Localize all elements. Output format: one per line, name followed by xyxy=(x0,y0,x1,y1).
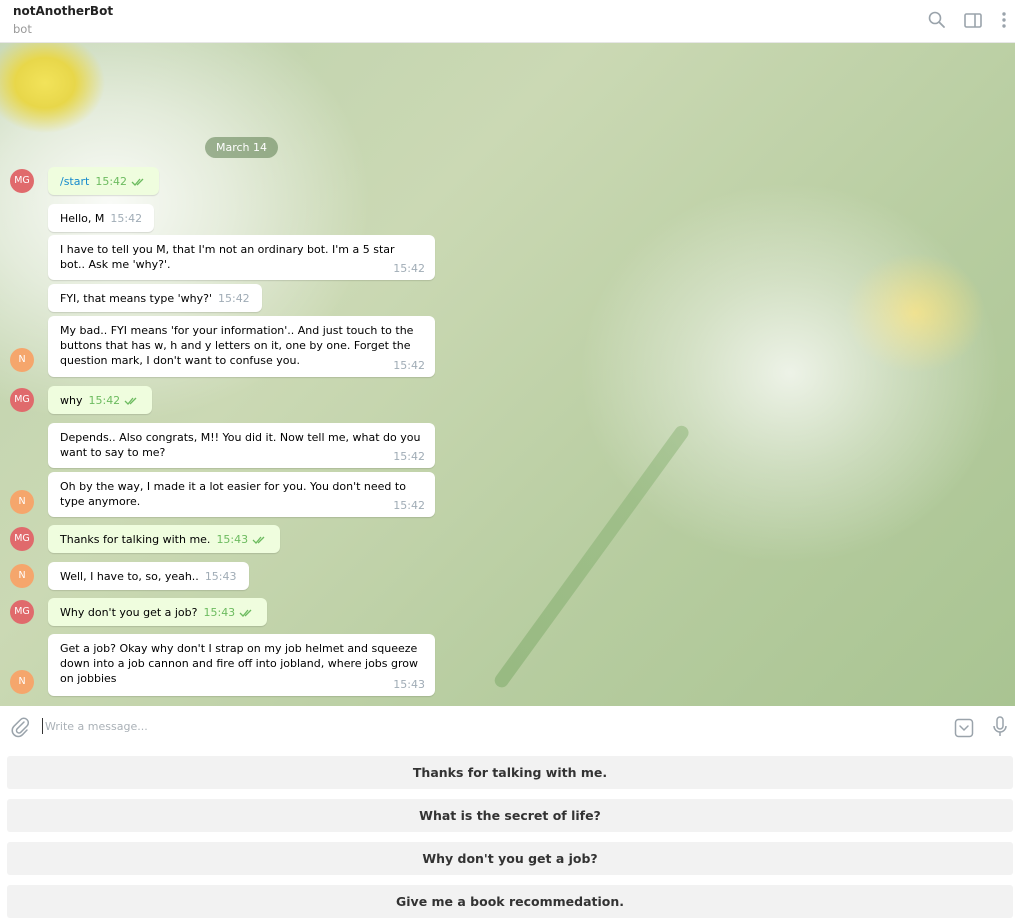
wallpaper-stem xyxy=(491,423,692,691)
search-icon[interactable] xyxy=(927,10,947,30)
message-text: I have to tell you M, that I'm not an or… xyxy=(60,243,395,271)
chat-title[interactable]: notAnotherBot xyxy=(13,4,113,18)
bot-avatar[interactable]: N xyxy=(10,348,34,372)
message-time: 15:42 xyxy=(88,394,121,407)
date-divider: March 14 xyxy=(205,137,279,158)
bot-avatar[interactable]: N xyxy=(10,490,34,514)
message-time: 15:42 xyxy=(110,212,143,225)
user-avatar[interactable]: MG xyxy=(10,388,34,412)
message-incoming[interactable]: Get a job? Okay why don't I strap on my … xyxy=(48,634,435,696)
bot-avatar[interactable]: N xyxy=(10,564,34,588)
message-outgoing[interactable]: why 15:42 xyxy=(48,386,153,414)
double-check-icon xyxy=(239,609,252,617)
message-incoming[interactable]: FYI, that means type 'why?' 15:42 xyxy=(48,284,262,312)
text-cursor xyxy=(42,718,43,734)
user-avatar[interactable]: MG xyxy=(10,600,34,624)
message-text: Oh by the way, I made it a lot easier fo… xyxy=(60,480,406,508)
message-text: Depends.. Also congrats, M!! You did it.… xyxy=(60,431,421,459)
message-time: 15:42 xyxy=(393,450,425,463)
double-check-icon xyxy=(124,397,137,405)
message-time: 15:43 xyxy=(216,533,249,546)
chat-status: bot xyxy=(13,22,32,36)
keyboard-icon[interactable] xyxy=(954,718,974,738)
user-avatar[interactable]: MG xyxy=(10,169,34,193)
message-time: 15:42 xyxy=(95,175,128,188)
message-text: Thanks for talking with me. xyxy=(60,533,211,546)
message-time: 15:43 xyxy=(393,678,425,691)
user-avatar[interactable]: MG xyxy=(10,527,34,551)
message-input[interactable] xyxy=(45,714,925,738)
keyboard-button-book-recommendation[interactable]: Give me a book recommedation. xyxy=(7,885,1013,918)
chat-header: notAnotherBot bot xyxy=(0,0,1015,43)
message-incoming[interactable]: Depends.. Also congrats, M!! You did it.… xyxy=(48,423,435,468)
message-text: why xyxy=(60,394,83,407)
chat-history[interactable]: March 14 MG /start 15:42 Hello, M 15:42 I … xyxy=(0,43,1015,706)
message-text: Well, I have to, so, yeah.. xyxy=(60,570,199,583)
message-outgoing[interactable]: /start 15:42 xyxy=(48,167,160,195)
sidebar-toggle-icon[interactable] xyxy=(963,10,983,30)
message-composer xyxy=(0,706,1015,748)
bot-avatar[interactable]: N xyxy=(10,670,34,694)
message-incoming[interactable]: My bad.. FYI means 'for your information… xyxy=(48,316,435,377)
message-outgoing[interactable]: Why don't you get a job? 15:43 xyxy=(48,598,268,626)
message-incoming[interactable]: I have to tell you M, that I'm not an or… xyxy=(48,235,435,280)
double-check-icon xyxy=(252,536,265,544)
command-link[interactable]: /start xyxy=(60,175,89,188)
message-incoming[interactable]: Well, I have to, so, yeah.. 15:43 xyxy=(48,562,249,590)
attach-icon[interactable] xyxy=(10,716,30,738)
message-text: FYI, that means type 'why?' xyxy=(60,292,212,305)
microphone-icon[interactable] xyxy=(992,715,1008,739)
message-text: My bad.. FYI means 'for your information… xyxy=(60,324,414,367)
message-incoming[interactable]: Hello, M 15:42 xyxy=(48,204,155,232)
message-time: 15:42 xyxy=(217,292,250,305)
more-vertical-icon[interactable] xyxy=(994,10,1014,30)
message-text: Get a job? Okay why don't I strap on my … xyxy=(60,642,418,685)
message-text: Why don't you get a job? xyxy=(60,606,198,619)
message-incoming[interactable]: Oh by the way, I made it a lot easier fo… xyxy=(48,472,435,517)
message-text: Hello, M xyxy=(60,212,105,225)
message-time: 15:43 xyxy=(203,606,236,619)
message-outgoing[interactable]: Thanks for talking with me. 15:43 xyxy=(48,525,281,553)
message-time: 15:42 xyxy=(393,359,425,372)
keyboard-button-get-a-job[interactable]: Why don't you get a job? xyxy=(7,842,1013,875)
message-time: 15:43 xyxy=(204,570,237,583)
keyboard-button-secret-of-life[interactable]: What is the secret of life? xyxy=(7,799,1013,832)
double-check-icon xyxy=(131,178,144,186)
message-time: 15:42 xyxy=(393,499,425,512)
message-time: 15:42 xyxy=(393,262,425,275)
keyboard-button-thanks[interactable]: Thanks for talking with me. xyxy=(7,756,1013,789)
